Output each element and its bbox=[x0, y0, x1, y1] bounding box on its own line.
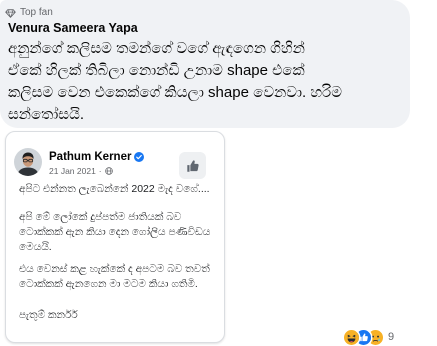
comment-bubble: Top fan Venura Sameera Yapa අනුන්ගේ කලිස… bbox=[0, 0, 410, 128]
top-fan-label: Top fan bbox=[20, 7, 53, 18]
post-text-line: මෙයයි. bbox=[19, 241, 52, 253]
comment-text: අනුන්ගේ කලිසම තමන්ගේ වගේ ඇඳගෙන ගිහින් ඒක… bbox=[8, 38, 404, 126]
post-text-line: අපිට එන්නත ලැබෙන්නේ 2022 මැද වගේ.... bbox=[19, 183, 210, 195]
post-paragraph: අපිට එන්නත ලැබෙන්නේ 2022 මැද වගේ.... bbox=[19, 182, 217, 197]
post-text-line: ටොක්කක් ඇන කියා දෙන ගෝලිය පණිවිඩය bbox=[19, 226, 211, 238]
post-signature: පැතුම් කර්නර් bbox=[19, 308, 217, 323]
post-paragraph: එය වෙනස් කළ හැක්කේ ද අපටම බව තවත් ටොක්කක… bbox=[19, 262, 217, 292]
post-text-line: ටොක්කක් ඇනගෙන මා මටම කියා ගතිමි. bbox=[19, 278, 198, 290]
comment-text-line: කලිසම වෙන එකෙක්ගේ කියලා shape වෙනවා. හරි… bbox=[8, 84, 342, 101]
post-text-line: අපි මේ ලෝකේ දුප්පත්ම ජාතියක් බව bbox=[19, 211, 182, 223]
reaction-summary[interactable]: 9 bbox=[344, 329, 394, 345]
post-text-line: පැතුම් කර්නර් bbox=[19, 309, 78, 321]
comment-attachment-image[interactable]: Pathum Kerner 21 Jan 2021 · අපිට එන්නත ල… bbox=[5, 131, 225, 343]
diamond-icon bbox=[5, 8, 16, 18]
comment-thread: Top fan Venura Sameera Yapa අනුන්ගේ කලිස… bbox=[0, 0, 437, 346]
comment-text-line: අනුන්ගේ කලිසම තමන්ගේ වගේ ඇඳගෙන ගිහින් bbox=[8, 40, 305, 57]
haha-icon bbox=[344, 329, 359, 345]
post-paragraph: අපි මේ ලෝකේ දුප්පත්ම ජාතියක් බව ටොක්කක් … bbox=[19, 210, 217, 255]
post-body: අපිට එන්නත ලැබෙන්නේ 2022 මැද වගේ.... අපි… bbox=[19, 132, 217, 342]
post-text-line: එය වෙනස් කළ හැක්කේ ද අපටම බව තවත් bbox=[19, 263, 210, 275]
comment-text-line: සන්තෝසයි. bbox=[8, 106, 85, 123]
comment-text-line: ඒකේ හිලක් තිබිලා නොන්ඩි උනාම shape එකේ bbox=[8, 62, 305, 79]
comment-author-name[interactable]: Venura Sameera Yapa bbox=[8, 21, 138, 35]
reaction-count: 9 bbox=[388, 331, 395, 343]
top-fan-badge: Top fan bbox=[5, 7, 53, 19]
